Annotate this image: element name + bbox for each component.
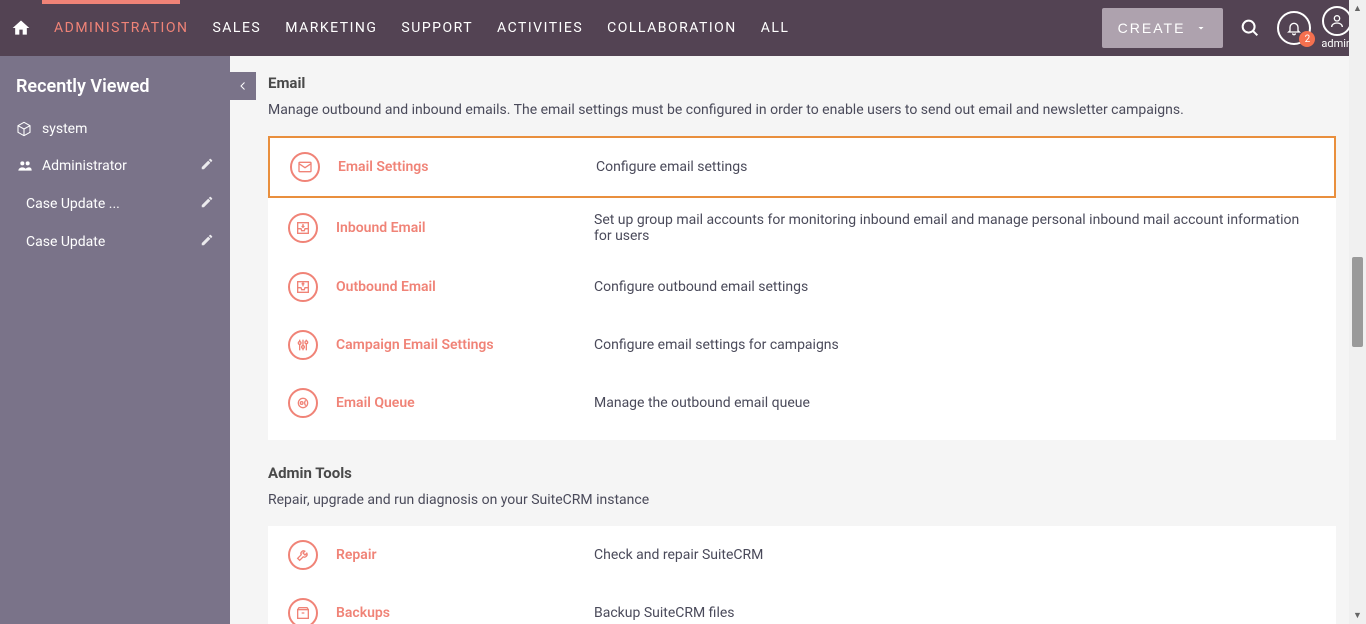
sidebar-item-label: system	[42, 121, 214, 137]
scroll-up-arrow[interactable]: ▲	[1349, 0, 1366, 17]
row-email-settings[interactable]: Email Settings Configure email settings	[268, 136, 1336, 198]
nav-support[interactable]: SUPPORT	[389, 0, 485, 56]
row-link[interactable]: Inbound Email	[336, 220, 576, 236]
row-desc: Configure email settings for campaigns	[594, 337, 1316, 353]
search-button[interactable]	[1233, 17, 1267, 39]
navbar-right: CREATE 2 admin	[1102, 6, 1366, 50]
user-menu[interactable]: admin	[1321, 6, 1352, 50]
row-repair[interactable]: Repair Check and repair SuiteCRM	[268, 526, 1336, 584]
row-desc: Manage the outbound email queue	[594, 395, 1316, 411]
caret-down-icon	[1195, 22, 1207, 34]
sidebar-item-administrator[interactable]: Administrator	[0, 147, 230, 185]
nav-sales[interactable]: SALES	[200, 0, 273, 56]
nav-marketing[interactable]: MARKETING	[273, 0, 389, 56]
row-desc: Configure outbound email settings	[594, 279, 1316, 295]
scroll-down-arrow[interactable]: ▼	[1349, 607, 1366, 624]
nav-administration[interactable]: ADMINISTRATION	[42, 0, 200, 56]
top-navbar: ADMINISTRATION SALES MARKETING SUPPORT A…	[0, 0, 1366, 56]
wrench-icon	[288, 540, 318, 570]
sidebar-item-label: Administrator	[42, 158, 200, 174]
sidebar-title: Recently Viewed	[0, 56, 230, 111]
row-outbound-email[interactable]: Outbound Email Configure outbound email …	[268, 258, 1336, 316]
nav-label: SUPPORT	[401, 20, 473, 36]
user-label: admin	[1321, 37, 1352, 50]
nav-label: SALES	[212, 20, 261, 36]
sidebar: Recently Viewed system Administrator Cas…	[0, 56, 230, 624]
row-link[interactable]: Email Settings	[338, 159, 578, 175]
sidebar-item-system[interactable]: system	[0, 111, 230, 147]
active-tab-accent	[42, 0, 180, 4]
nav-collaboration[interactable]: COLLABORATION	[595, 0, 749, 56]
row-inbound-email[interactable]: Inbound Email Set up group mail accounts…	[268, 198, 1336, 258]
row-email-queue[interactable]: Email Queue Manage the outbound email qu…	[268, 374, 1336, 432]
panel-email: Email Settings Configure email settings …	[268, 136, 1336, 440]
sidebar-item-case-update-1[interactable]: Case Update ...	[0, 185, 230, 223]
queue-icon	[288, 388, 318, 418]
row-link[interactable]: Repair	[336, 547, 576, 563]
box-icon	[288, 598, 318, 624]
chevron-left-icon	[237, 80, 249, 92]
nav-label: COLLABORATION	[607, 20, 737, 36]
scroll-track[interactable]	[1349, 17, 1366, 607]
edit-icon[interactable]	[200, 195, 214, 213]
mail-icon	[290, 152, 320, 182]
section-desc-email: Manage outbound and inbound emails. The …	[268, 102, 1336, 118]
nav-label: ALL	[761, 20, 790, 36]
cube-icon	[16, 121, 42, 137]
home-icon	[11, 18, 31, 38]
panel-admin-tools: Repair Check and repair SuiteCRM Backups…	[268, 526, 1336, 624]
sidebar-item-label: Case Update ...	[26, 196, 200, 212]
avatar	[1322, 6, 1352, 36]
row-desc: Backup SuiteCRM files	[594, 605, 1316, 621]
outbox-icon	[288, 272, 318, 302]
sliders-icon	[288, 330, 318, 360]
nav-label: ADMINISTRATION	[54, 20, 188, 36]
nav-label: MARKETING	[285, 20, 377, 36]
sidebar-collapse-handle[interactable]	[230, 72, 256, 100]
page-scrollbar[interactable]: ▲ ▼	[1349, 0, 1366, 624]
sidebar-item-case-update-2[interactable]: Case Update	[0, 223, 230, 261]
nav-label: ACTIVITIES	[497, 20, 583, 36]
create-label: CREATE	[1118, 20, 1186, 36]
section-title-email: Email	[268, 74, 1336, 92]
row-link[interactable]: Campaign Email Settings	[336, 337, 576, 353]
home-button[interactable]	[0, 0, 42, 56]
notification-badge: 2	[1299, 31, 1315, 47]
sidebar-item-label: Case Update	[26, 234, 200, 250]
row-campaign-email-settings[interactable]: Campaign Email Settings Configure email …	[268, 316, 1336, 374]
people-icon	[16, 158, 42, 174]
nav-activities[interactable]: ACTIVITIES	[485, 0, 595, 56]
row-backups[interactable]: Backups Backup SuiteCRM files	[268, 584, 1336, 624]
section-title-admin-tools: Admin Tools	[268, 464, 1336, 482]
edit-icon[interactable]	[200, 233, 214, 251]
row-link[interactable]: Email Queue	[336, 395, 576, 411]
notifications-button[interactable]: 2	[1277, 11, 1311, 45]
edit-icon[interactable]	[200, 157, 214, 175]
user-icon	[1329, 13, 1345, 29]
scroll-thumb[interactable]	[1352, 257, 1363, 347]
create-button[interactable]: CREATE	[1102, 8, 1224, 48]
inbox-icon	[288, 213, 318, 243]
section-desc-admin-tools: Repair, upgrade and run diagnosis on you…	[268, 492, 1336, 508]
search-icon	[1239, 17, 1261, 39]
row-link[interactable]: Outbound Email	[336, 279, 576, 295]
row-link[interactable]: Backups	[336, 605, 576, 621]
row-desc: Check and repair SuiteCRM	[594, 547, 1316, 563]
row-desc: Configure email settings	[596, 159, 1314, 175]
nav-all[interactable]: ALL	[749, 0, 802, 56]
row-desc: Set up group mail accounts for monitorin…	[594, 212, 1316, 244]
main-content: Email Manage outbound and inbound emails…	[230, 56, 1366, 624]
